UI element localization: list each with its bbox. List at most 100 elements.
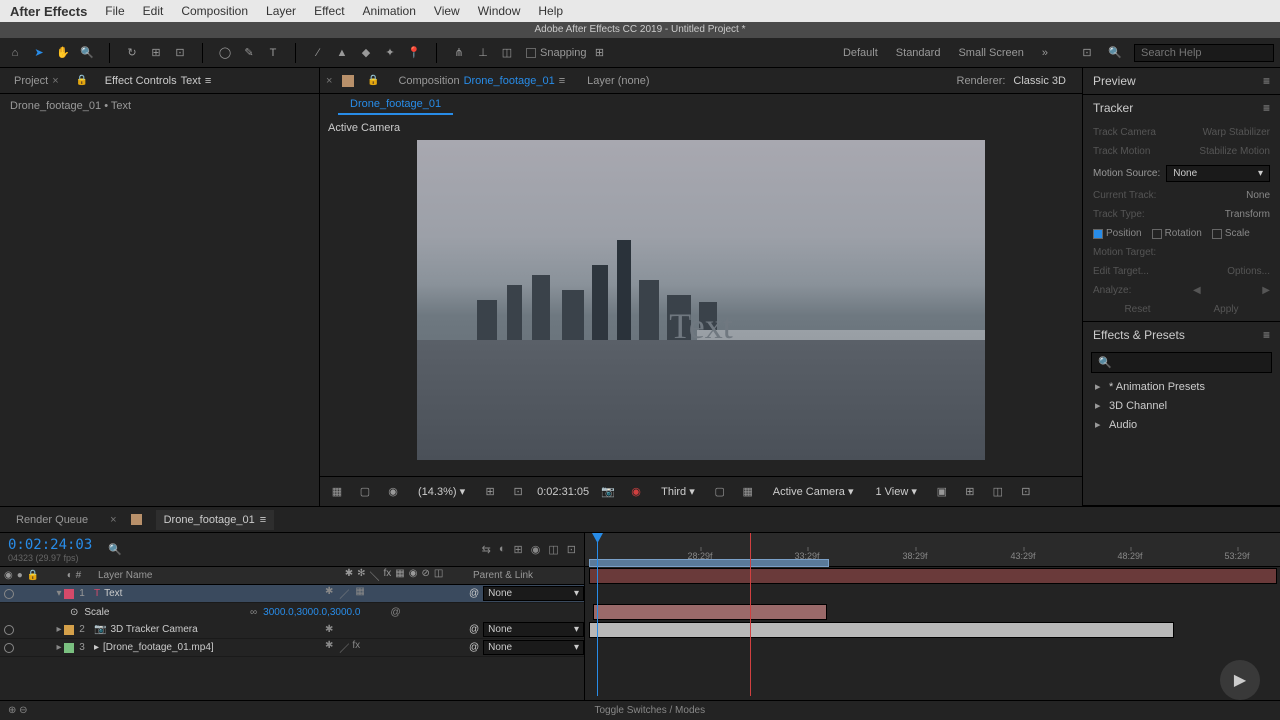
workspace-standard[interactable]: Standard — [896, 47, 941, 59]
comp-subtab[interactable]: Drone_footage_01 — [338, 95, 453, 115]
camera-tool-icon[interactable]: ⊞ — [147, 44, 165, 62]
rotate-tool-icon[interactable]: ↻ — [123, 44, 141, 62]
analyze-fwd-icon[interactable]: ▶ — [1262, 285, 1270, 296]
reset-button[interactable]: Reset — [1124, 304, 1150, 315]
preset-item[interactable]: ▸3D Channel — [1091, 396, 1272, 415]
effects-search-input[interactable]: 🔍 — [1091, 352, 1272, 373]
menu-file[interactable]: File — [105, 4, 124, 18]
twirl-icon[interactable]: ▾ — [54, 588, 64, 599]
stabilize-motion-button[interactable]: Stabilize Motion — [1199, 146, 1270, 157]
views-dropdown[interactable]: 1 View ▾ — [869, 483, 922, 500]
pickwhip-icon[interactable]: @ — [469, 642, 479, 653]
guides-icon[interactable]: ⊡ — [509, 483, 527, 501]
menu-layer[interactable]: Layer — [266, 4, 296, 18]
composition-tab[interactable]: Composition Drone_footage_01 ≡ — [392, 71, 571, 91]
apply-button[interactable]: Apply — [1214, 304, 1239, 315]
render-queue-tab[interactable]: Render Queue — [8, 510, 96, 530]
stopwatch-icon[interactable]: ⊙ — [70, 607, 78, 618]
project-tab[interactable]: Project× — [6, 71, 67, 91]
lock-icon[interactable]: 🔒 — [73, 72, 91, 90]
visibility-toggle[interactable] — [4, 589, 14, 599]
warp-stabilizer-button[interactable]: Warp Stabilizer — [1203, 127, 1270, 138]
edit-target-button[interactable]: Edit Target... — [1093, 266, 1149, 277]
stamp-tool-icon[interactable]: ▲ — [333, 44, 351, 62]
mask-icon[interactable]: ▢ — [356, 483, 374, 501]
options-button[interactable]: Options... — [1227, 266, 1270, 277]
layer-tab[interactable]: Layer (none) — [581, 71, 655, 91]
tl-toggle-icon[interactable]: ⊕ ⊖ — [8, 705, 28, 716]
lock-icon[interactable]: 🔒 — [364, 72, 382, 90]
view-opt3-icon[interactable]: ◫ — [989, 483, 1007, 501]
brainstorm-icon[interactable]: ⊡ — [567, 543, 576, 556]
pan-behind-tool-icon[interactable]: ⊡ — [171, 44, 189, 62]
property-row[interactable]: ⊙Scale ∞ 3000.0,3000.0,3000.0 @ — [0, 603, 584, 621]
channel-icon[interactable]: ◉ — [627, 483, 645, 501]
menu-animation[interactable]: Animation — [363, 4, 416, 18]
expression-pickwhip-icon[interactable]: @ — [390, 607, 400, 618]
link-icon[interactable]: ∞ — [250, 607, 257, 618]
layer-name-header[interactable]: Layer Name — [94, 570, 319, 581]
layer-bar[interactable] — [593, 604, 827, 620]
menu-effect[interactable]: Effect — [314, 4, 344, 18]
view-opt1-icon[interactable]: ▣ — [933, 483, 951, 501]
composition-viewport[interactable]: Text — [417, 140, 985, 460]
shy-icon[interactable]: ◐ — [499, 543, 506, 556]
panel-menu-icon[interactable]: ≡ — [1263, 328, 1270, 342]
preview-panel-title[interactable]: Preview — [1093, 74, 1136, 88]
twirl-icon[interactable]: ▸ — [54, 624, 64, 635]
layer-color[interactable] — [64, 643, 74, 653]
roto-tool-icon[interactable]: ✦ — [381, 44, 399, 62]
workspace-more-icon[interactable]: » — [1042, 47, 1048, 59]
renderer-dropdown[interactable]: Classic 3D — [1013, 75, 1066, 87]
effects-presets-title[interactable]: Effects & Presets — [1093, 328, 1185, 342]
snap-opt-icon[interactable]: ⊞ — [591, 44, 609, 62]
layer-bar[interactable] — [589, 568, 1277, 584]
snapshot-icon[interactable]: 📷 — [599, 483, 617, 501]
preset-item[interactable]: ▸* Animation Presets — [1091, 377, 1272, 396]
workspace-default[interactable]: Default — [843, 47, 878, 59]
resolution-dropdown[interactable]: Third ▾ — [655, 483, 701, 500]
twirl-icon[interactable]: ▸ — [54, 642, 64, 653]
shy-col-icon[interactable]: ◐ — [67, 570, 73, 581]
close-tab-icon[interactable]: × — [110, 514, 116, 526]
menu-edit[interactable]: Edit — [143, 4, 164, 18]
parent-dropdown[interactable]: None▾ — [483, 640, 584, 655]
current-timecode[interactable]: 0:02:24:03 — [8, 537, 92, 553]
view-axis-icon[interactable]: ◫ — [498, 44, 516, 62]
layer-row[interactable]: ▸ 3 ▸[Drone_footage_01.mp4] ✱ ／fx @None▾ — [0, 639, 584, 657]
hand-tool-icon[interactable]: ✋ — [54, 44, 72, 62]
layer-search-icon[interactable]: 🔍 — [108, 543, 122, 556]
menu-composition[interactable]: Composition — [181, 4, 248, 18]
panel-menu-icon[interactable]: ≡ — [1263, 74, 1270, 88]
timeline-comp-tab[interactable]: Drone_footage_01 ≡ — [156, 510, 275, 530]
menu-view[interactable]: View — [434, 4, 460, 18]
rotation-checkbox[interactable] — [1152, 229, 1162, 239]
zoom-tool-icon[interactable]: 🔍 — [78, 44, 96, 62]
parent-dropdown[interactable]: None▾ — [483, 586, 584, 601]
analyze-back-icon[interactable]: ◀ — [1193, 285, 1201, 296]
scale-value[interactable]: 3000.0,3000.0,3000.0 — [263, 607, 360, 618]
roi-icon[interactable]: ▢ — [711, 483, 729, 501]
zoom-dropdown[interactable]: (14.3%) ▾ — [412, 483, 471, 500]
parent-dropdown[interactable]: None▾ — [483, 622, 584, 637]
puppet-tool-icon[interactable]: 📍 — [405, 44, 423, 62]
view-opt2-icon[interactable]: ⊞ — [961, 483, 979, 501]
cti-playhead[interactable] — [597, 533, 598, 696]
frame-blend-icon[interactable]: ⊞ — [514, 543, 523, 556]
3d-icon[interactable]: ◉ — [384, 483, 402, 501]
search-help-input[interactable] — [1134, 44, 1274, 62]
pickwhip-icon[interactable]: @ — [469, 588, 479, 599]
camera-dropdown[interactable]: Active Camera ▾ — [767, 483, 860, 500]
track-camera-button[interactable]: Track Camera — [1093, 127, 1156, 138]
layer-row[interactable]: ▸ 2 📷3D Tracker Camera ✱ @None▾ — [0, 621, 584, 639]
search-icon[interactable]: 🔍 — [1106, 44, 1124, 62]
comp-flowchart-icon[interactable]: ⇆ — [482, 543, 491, 556]
selection-tool-icon[interactable]: ➤ — [30, 44, 48, 62]
grid-icon[interactable]: ⊞ — [481, 483, 499, 501]
home-icon[interactable]: ⌂ — [6, 44, 24, 62]
local-axis-icon[interactable]: ⊥ — [474, 44, 492, 62]
preset-item[interactable]: ▸Audio — [1091, 415, 1272, 434]
transparency-icon[interactable]: ▦ — [739, 483, 757, 501]
text-tool-icon[interactable]: T — [264, 44, 282, 62]
workspace-small[interactable]: Small Screen — [958, 47, 1023, 59]
